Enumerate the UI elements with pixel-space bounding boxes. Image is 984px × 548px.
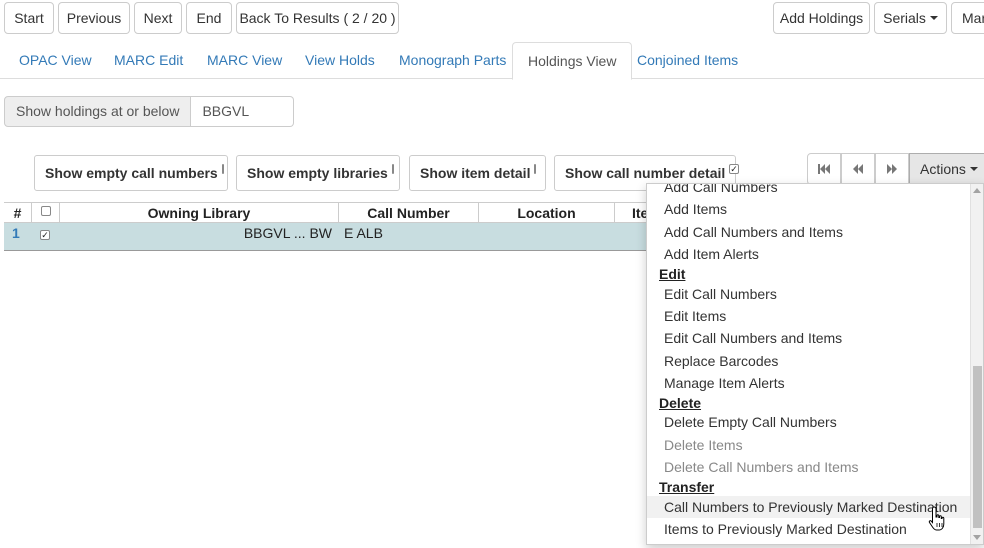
col-header-location[interactable]: Location	[479, 203, 615, 223]
menu-item-delete-items: Delete Items	[664, 437, 743, 453]
scroll-up-arrow-icon[interactable]	[973, 188, 981, 193]
show-item-detail-label: Show item detail	[420, 165, 531, 181]
serials-dropdown-button[interactable]: Serials	[874, 2, 947, 34]
row-call-number: E ALB	[344, 225, 383, 241]
menu-item-edit-call-numbers[interactable]: Edit Call Numbers	[664, 286, 777, 302]
menu-item-add-call-numbers-and-items[interactable]: Add Call Numbers and Items	[664, 224, 843, 240]
show-empty-call-numbers-checkbox[interactable]	[221, 164, 224, 174]
caret-down-icon	[929, 16, 938, 20]
add-holdings-button[interactable]: Add Holdings	[773, 2, 870, 34]
menu-header-delete: Delete	[659, 395, 702, 411]
menu-header-transfer: Transfer	[659, 479, 715, 495]
previous-button[interactable]: Previous	[58, 2, 130, 34]
menu-item-transfer-items[interactable]: Items to Previously Marked Destination	[664, 521, 907, 537]
mark-dropdown-button[interactable]: Mar	[951, 2, 984, 34]
menu-item-add-items[interactable]: Add Items	[664, 201, 727, 217]
previous-page-icon[interactable]	[841, 153, 875, 185]
col-header-call-number[interactable]: Call Number	[339, 203, 479, 223]
menu-item-manage-item-alerts[interactable]: Manage Item Alerts	[664, 375, 785, 391]
menu-item-edit-items[interactable]: Edit Items	[664, 308, 726, 324]
start-button[interactable]: Start	[4, 2, 54, 34]
actions-dropdown-button[interactable]: Actions	[909, 153, 984, 185]
holdings-grid: # Owning Library Call Number Location It…	[4, 202, 704, 251]
show-empty-call-numbers-label: Show empty call numbers	[45, 165, 218, 181]
scrollbar-thumb[interactable]	[973, 366, 982, 528]
select-all-checkbox[interactable]	[40, 206, 51, 216]
col-header-owning-library[interactable]: Owning Library	[60, 203, 339, 223]
record-tabs: OPAC View MARC Edit MARC View View Holds…	[0, 42, 984, 80]
table-row[interactable]: 1 ✓ BBGVL ... BW E ALB	[4, 223, 704, 251]
menu-scrollbar[interactable]	[970, 184, 983, 544]
menu-item-delete-empty-call-numbers[interactable]: Delete Empty Call Numbers	[664, 414, 837, 430]
tab-marc-edit[interactable]: MARC Edit	[99, 42, 198, 79]
menu-item-delete-call-numbers-and-items: Delete Call Numbers and Items	[664, 459, 859, 475]
menu-item-replace-barcodes[interactable]: Replace Barcodes	[664, 353, 778, 369]
end-button[interactable]: End	[186, 2, 232, 34]
tab-opac-view[interactable]: OPAC View	[4, 42, 107, 79]
tab-monograph-parts[interactable]: Monograph Parts	[384, 42, 521, 79]
show-item-detail-option[interactable]: Show item detail	[409, 155, 546, 191]
first-page-icon[interactable]	[807, 153, 841, 185]
tab-marc-view[interactable]: MARC View	[192, 42, 297, 79]
serials-label: Serials	[883, 10, 926, 26]
menu-item-transfer-call-numbers[interactable]: Call Numbers to Previously Marked Destin…	[647, 496, 970, 518]
scroll-down-arrow-icon[interactable]	[973, 535, 981, 540]
show-empty-libraries-checkbox[interactable]	[391, 164, 394, 174]
show-call-number-detail-checkbox[interactable]: ✓	[729, 164, 739, 174]
show-empty-libraries-label: Show empty libraries	[247, 165, 388, 181]
holdings-filter: Show holdings at or below BBGVL	[4, 96, 295, 127]
holdings-filter-label: Show holdings at or below	[4, 96, 192, 127]
tab-view-holds[interactable]: View Holds	[290, 42, 390, 79]
menu-item-edit-call-numbers-and-items[interactable]: Edit Call Numbers and Items	[664, 330, 842, 346]
row-number: 1	[12, 225, 20, 241]
show-call-number-detail-label: Show call number detail	[565, 165, 726, 181]
library-selector-input[interactable]: BBGVL	[191, 96, 295, 127]
grid-pager: Actions	[807, 153, 984, 185]
menu-header-edit: Edit	[659, 266, 686, 282]
tab-conjoined-items[interactable]: Conjoined Items	[622, 42, 753, 79]
actions-dropdown-menu: Add Call Numbers Add Items Add Call Numb…	[646, 183, 984, 545]
show-empty-call-numbers-option[interactable]: Show empty call numbers	[34, 155, 228, 191]
next-button[interactable]: Next	[134, 2, 182, 34]
show-item-detail-checkbox[interactable]	[534, 164, 537, 174]
back-to-results-button[interactable]: Back To Results ( 2 / 20 )	[236, 2, 399, 34]
caret-down-icon	[969, 167, 978, 171]
next-page-icon[interactable]	[875, 153, 909, 185]
grid-header: # Owning Library Call Number Location It…	[4, 202, 704, 223]
col-header-select	[32, 203, 60, 223]
menu-item-add-item-alerts[interactable]: Add Item Alerts	[664, 246, 759, 262]
menu-item-add-call-numbers[interactable]: Add Call Numbers	[664, 184, 778, 195]
actions-label: Actions	[920, 161, 966, 177]
tab-holdings-view[interactable]: Holdings View	[512, 42, 633, 80]
row-owning-library: BBGVL ... BW	[243, 225, 332, 241]
row-checkbox-cell: ✓	[40, 223, 50, 243]
show-empty-libraries-option[interactable]: Show empty libraries	[236, 155, 400, 191]
row-select-checkbox[interactable]: ✓	[40, 230, 50, 240]
col-header-num: #	[4, 203, 32, 223]
